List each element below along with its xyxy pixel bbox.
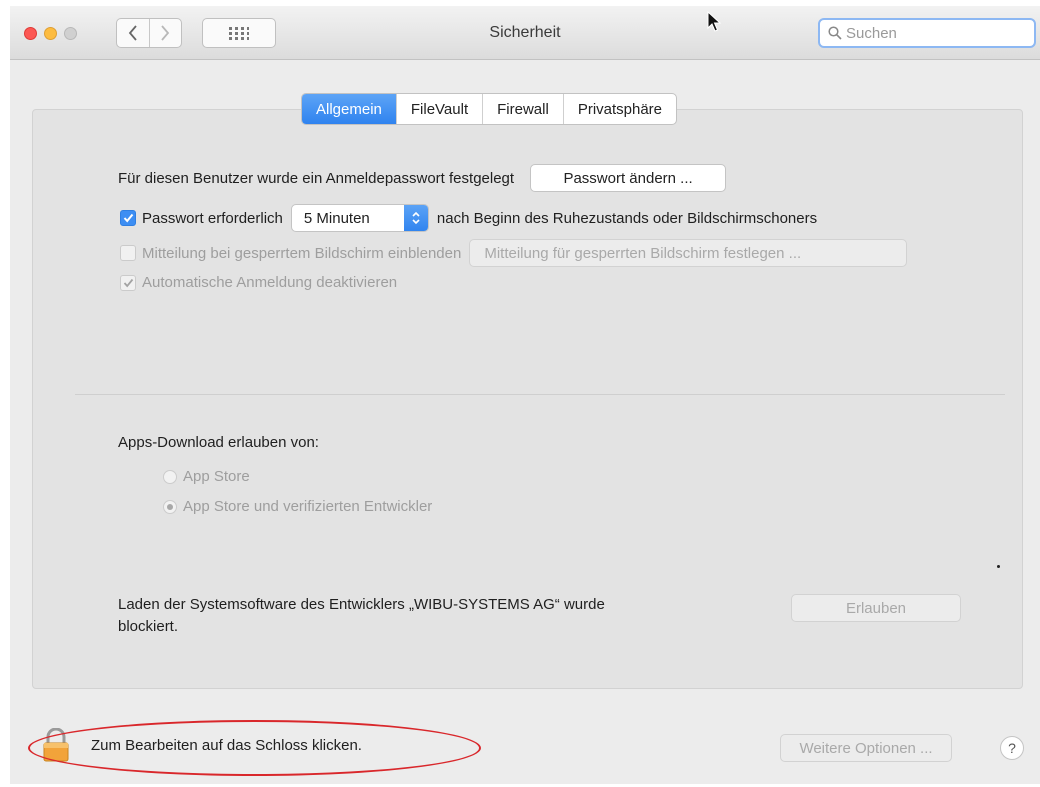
require-password-row: Passwort erforderlich 5 Minuten nach Beg… [120, 204, 817, 232]
radio-app-store[interactable]: App Store [163, 468, 250, 485]
password-row: Für diesen Benutzer wurde ein Anmeldepas… [118, 164, 727, 192]
set-lock-message-button[interactable]: Mitteilung für gesperrten Bildschirm fes… [469, 239, 908, 267]
allow-button[interactable]: Erlauben [791, 594, 961, 622]
blocked-message: Laden der Systemsoftware des Entwicklers… [118, 594, 605, 638]
search-input[interactable] [846, 24, 1016, 42]
radio-verified-label: App Store und verifizierten Entwickler [183, 498, 433, 515]
checkmark-icon [123, 213, 133, 223]
auto-login-checkbox[interactable] [120, 274, 136, 291]
mouse-pointer-icon [707, 11, 721, 32]
preferences-window: Sicherheit Allgemein FileVault Firewall … [10, 6, 1040, 784]
require-password-checkbox[interactable] [120, 210, 136, 226]
section-divider [75, 394, 1005, 395]
blocked-text-line2: blockiert. [118, 618, 179, 635]
tab-privatsphaere[interactable]: Privatsphäre [562, 94, 676, 124]
lock-message-label: Mitteilung bei gesperrtem Bildschirm ein… [142, 244, 462, 262]
after-sleep-label: nach Beginn des Ruhezustands oder Bildsc… [436, 209, 818, 227]
auto-login-label: Automatische Anmeldung deaktivieren [142, 274, 398, 291]
stray-dot [997, 565, 1000, 568]
lock-message-checkbox[interactable] [120, 245, 136, 261]
radio-button[interactable] [163, 469, 177, 484]
password-status-text: Für diesen Benutzer wurde ein Anmeldepas… [118, 169, 515, 187]
tab-filevault[interactable]: FileVault [395, 94, 482, 124]
title-bar: Sicherheit [10, 6, 1040, 60]
footer: Zum Bearbeiten auf das Schloss klicken. … [10, 706, 1040, 784]
change-password-button[interactable]: Passwort ändern ... [530, 164, 727, 192]
checkmark-icon [123, 278, 133, 287]
require-password-label: Passwort erforderlich [142, 209, 283, 227]
auto-login-row: Automatische Anmeldung deaktivieren [120, 274, 397, 291]
radio-app-store-label: App Store [183, 468, 250, 485]
downloads-heading: Apps-Download erlauben von: [118, 434, 319, 451]
password-delay-select[interactable]: 5 Minuten [290, 204, 429, 232]
tab-bar: Allgemein FileVault Firewall Privatsphär… [301, 93, 678, 125]
annotation-ellipse [28, 720, 481, 776]
search-icon [828, 26, 842, 40]
general-panel: Für diesen Benutzer wurde ein Anmeldepas… [32, 109, 1023, 689]
tab-firewall[interactable]: Firewall [482, 94, 563, 124]
stepper-arrows-icon [403, 205, 428, 231]
search-field[interactable] [818, 18, 1036, 48]
blocked-text-line1: Laden der Systemsoftware des Entwicklers… [118, 596, 605, 613]
help-button[interactable]: ? [1000, 736, 1024, 760]
password-delay-value: 5 Minuten [303, 209, 370, 227]
more-options-button[interactable]: Weitere Optionen ... [780, 734, 952, 762]
tab-allgemein[interactable]: Allgemein [302, 94, 396, 124]
radio-app-store-verified[interactable]: App Store und verifizierten Entwickler [163, 498, 432, 515]
radio-button-selected[interactable] [163, 499, 177, 514]
lock-message-row: Mitteilung bei gesperrtem Bildschirm ein… [120, 239, 908, 267]
